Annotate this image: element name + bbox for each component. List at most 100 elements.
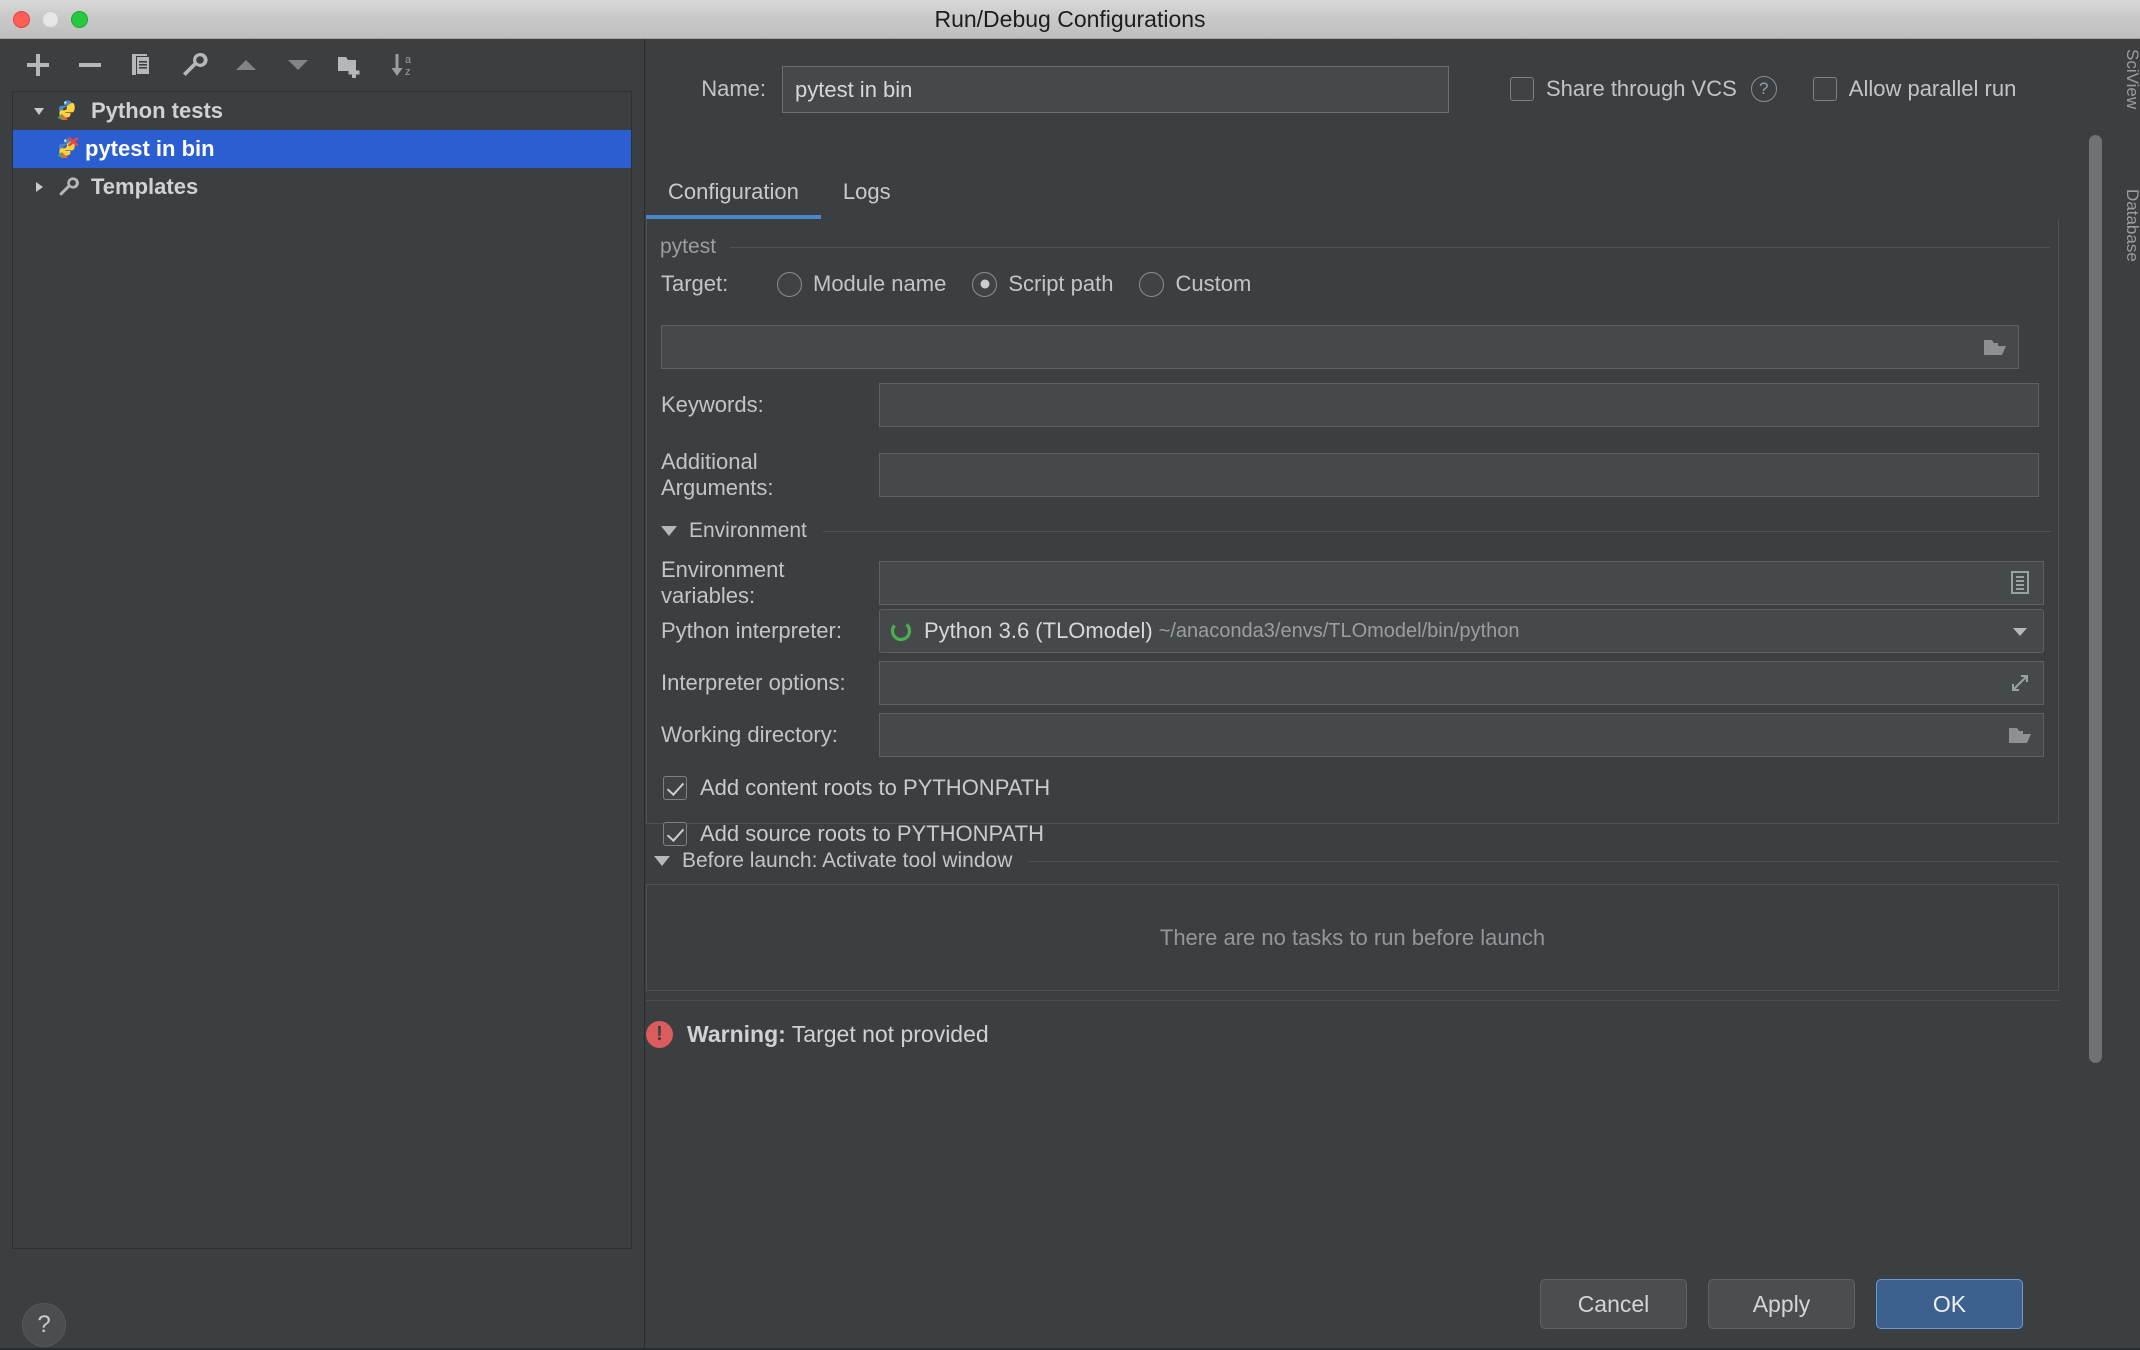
configuration-editor-pane: Name: pytest in bin Share through VCS ? …: [646, 39, 2126, 1350]
tab-logs[interactable]: Logs: [821, 169, 913, 219]
pytest-legend-label: pytest: [660, 235, 717, 258]
before-launch-task-list[interactable]: There are no tasks to run before launch: [646, 884, 2059, 991]
name-input[interactable]: pytest in bin: [782, 65, 1449, 113]
minus-icon: [79, 63, 101, 67]
legend-divider: [730, 246, 2050, 248]
interpreter-options-label: Interpreter options:: [661, 670, 846, 695]
plus-icon: [27, 54, 49, 76]
pytest-error-icon: [53, 137, 83, 161]
list-edit-icon[interactable]: [2005, 568, 2035, 598]
python-interpreter-value: Python 3.6 (TLOmodel): [924, 618, 1153, 643]
python-interpreter-path: ~/anaconda3/envs/TLOmodel/bin/python: [1158, 619, 1520, 642]
radio-script-path-label: Script path: [1008, 271, 1114, 296]
tree-item-python-tests[interactable]: Python tests: [13, 92, 631, 130]
add-content-roots-row[interactable]: Add content roots to PYTHONPATH: [663, 775, 1050, 801]
window-titlebar: Run/Debug Configurations: [0, 0, 2140, 39]
name-label: Name:: [701, 76, 766, 101]
radio-script-path[interactable]: [972, 271, 998, 297]
chevron-right-icon[interactable]: [25, 179, 53, 195]
help-button[interactable]: ?: [22, 1303, 66, 1347]
configuration-scrollbar[interactable]: [2084, 135, 2106, 1145]
tree-item-templates[interactable]: Templates: [13, 168, 631, 206]
add-source-roots-checkbox[interactable]: [663, 822, 687, 846]
radio-module-name[interactable]: [777, 271, 802, 297]
pytest-group-legend: pytest: [660, 235, 2050, 259]
cancel-button[interactable]: Cancel: [1540, 1279, 1687, 1329]
scrollbar-thumb[interactable]: [2089, 135, 2102, 1063]
svg-text:a: a: [405, 54, 412, 66]
interpreter-options-input[interactable]: [879, 661, 2044, 705]
add-content-roots-checkbox[interactable]: [663, 776, 687, 800]
chevron-down-icon[interactable]: [661, 526, 677, 536]
environment-section-header[interactable]: Environment: [661, 519, 2051, 543]
target-option-script-path[interactable]: Script path: [972, 271, 1139, 297]
additional-arguments-row: Additional Arguments:: [661, 449, 2039, 501]
triangle-up-icon: [236, 60, 256, 70]
environment-section-title: Environment: [689, 519, 807, 542]
warning-detail: Target not provided: [791, 1021, 989, 1047]
additional-arguments-input[interactable]: [879, 453, 2039, 497]
configurations-toolbar: a z: [0, 39, 645, 91]
ide-database-label: Database: [2126, 189, 2140, 262]
tree-item-label: pytest in bin: [85, 136, 215, 161]
folder-plus-icon: [338, 57, 360, 78]
svg-text:z: z: [405, 66, 411, 78]
new-folder-button[interactable]: [324, 42, 376, 88]
add-content-roots-label: Add content roots to PYTHONPATH: [700, 775, 1051, 800]
target-option-module-name[interactable]: Module name: [777, 271, 972, 297]
allow-parallel-run-group: Allow parallel run: [1812, 76, 2016, 102]
chevron-down-icon[interactable]: [25, 103, 53, 119]
expand-diagonal-icon[interactable]: [2005, 668, 2035, 698]
sort-configurations-button[interactable]: a z: [376, 42, 428, 88]
allow-parallel-run-checkbox[interactable]: [1812, 77, 1837, 101]
chevron-down-icon[interactable]: [654, 856, 670, 866]
warning-prefix: Warning:: [687, 1021, 786, 1047]
before-launch-divider: [1028, 860, 2059, 862]
add-source-roots-row[interactable]: Add source roots to PYTHONPATH: [663, 821, 1044, 847]
name-row: Name: pytest in bin Share through VCS ? …: [646, 59, 2126, 119]
radio-module-name-label: Module name: [813, 271, 947, 296]
keywords-input[interactable]: [879, 383, 2039, 427]
target-option-custom[interactable]: Custom: [1139, 271, 1277, 297]
target-label: Target:: [661, 271, 729, 296]
additional-arguments-label: Additional Arguments:: [661, 449, 774, 500]
share-through-vcs-checkbox[interactable]: [1510, 77, 1534, 101]
remove-configuration-button[interactable]: [64, 42, 116, 88]
dialog-footer-buttons: Cancel Apply OK: [646, 1267, 2126, 1350]
question-mark-icon[interactable]: ?: [1750, 76, 1777, 102]
radio-custom[interactable]: [1139, 271, 1165, 297]
tree-item-label: Templates: [91, 174, 199, 199]
ok-button[interactable]: OK: [1876, 1279, 2023, 1329]
editor-tabs: Configuration Logs: [646, 169, 2126, 219]
python-interpreter-dropdown[interactable]: Python 3.6 (TLOmodel) ~/anaconda3/envs/T…: [879, 609, 2044, 653]
wrench-icon: [53, 175, 83, 199]
apply-button[interactable]: Apply: [1708, 1279, 1855, 1329]
folder-open-icon[interactable]: [2005, 720, 2035, 750]
target-path-row: [661, 325, 2019, 369]
tree-item-pytest-in-bin[interactable]: pytest in bin: [13, 130, 631, 168]
environment-divider: [822, 530, 2051, 532]
move-down-button[interactable]: [272, 42, 324, 88]
wrench-icon: [183, 52, 208, 76]
copy-configuration-button[interactable]: [116, 42, 168, 88]
move-up-button[interactable]: [220, 42, 272, 88]
environment-variables-input[interactable]: [879, 561, 2044, 605]
error-exclamation-icon: !: [646, 1021, 673, 1048]
before-launch-title: Before launch: Activate tool window: [682, 849, 1013, 872]
configurations-tree[interactable]: Python tests pytest in bin Templates: [12, 91, 632, 1249]
add-configuration-button[interactable]: [12, 42, 64, 88]
edit-templates-button[interactable]: [168, 42, 220, 88]
folder-open-icon[interactable]: [1980, 332, 2010, 362]
chevron-down-icon[interactable]: [2005, 616, 2035, 646]
share-through-vcs-label: Share through VCS: [1546, 76, 1737, 101]
working-directory-input[interactable]: [879, 713, 2044, 757]
warning-message: Warning: Target not provided: [687, 1021, 989, 1048]
interpreter-options-row: Interpreter options:: [661, 661, 2044, 705]
before-launch-header[interactable]: Before launch: Activate tool window: [654, 849, 2059, 873]
tab-configuration[interactable]: Configuration: [646, 169, 821, 219]
pytest-configuration-panel: pytest Target: Module name Script path C…: [646, 219, 2059, 846]
window-title: Run/Debug Configurations: [934, 6, 1206, 32]
target-path-input[interactable]: [661, 325, 2019, 369]
python-interpreter-label: Python interpreter:: [661, 618, 842, 643]
keywords-row: Keywords:: [661, 383, 2039, 427]
